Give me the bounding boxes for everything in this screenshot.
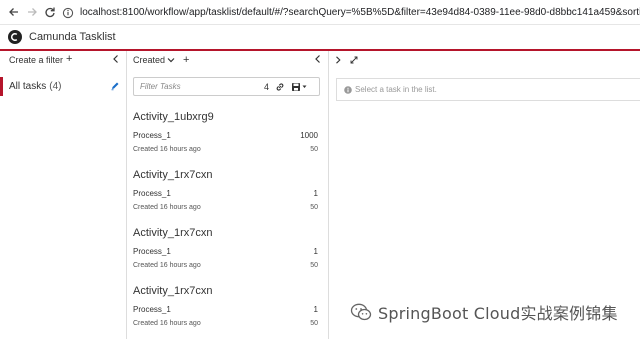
save-icon[interactable] (291, 82, 301, 92)
plus-icon: + (183, 53, 190, 66)
task-process: Process_1 (133, 305, 171, 314)
task-process: Process_1 (133, 189, 171, 198)
task-count: 4 (264, 81, 270, 92)
add-sorting-button[interactable]: + (183, 54, 189, 66)
task-value: 50 (310, 320, 318, 327)
task-search: 4 (133, 77, 320, 96)
create-filter-label: Create a filter (9, 54, 64, 65)
collapse-filters-icon[interactable] (111, 54, 121, 64)
reload-button[interactable] (42, 4, 58, 20)
expand-icon[interactable] (350, 56, 358, 64)
pencil-icon[interactable] (110, 81, 120, 91)
filter-tasks-input[interactable] (134, 78, 254, 95)
filter-item-count: (4) (49, 81, 62, 92)
tasklist-panel: Created + 4 Activity_1ubxrg9 Process_1 1… (127, 51, 329, 339)
task-process: Process_1 (133, 131, 171, 140)
app-header: Camunda Tasklist (0, 25, 640, 51)
task-name[interactable]: Activity_1rx7cxn (133, 169, 212, 181)
task-name[interactable]: Activity_1rx7cxn (133, 227, 212, 239)
filters-panel: Create a filter + All tasks (4) (0, 51, 127, 339)
caret-down-icon[interactable] (302, 84, 307, 89)
arrow-right-icon (28, 8, 37, 16)
task-created: Created 16 hours ago (133, 146, 201, 153)
site-info-icon (62, 7, 74, 18)
task-item[interactable]: Activity_1ubxrg9 Process_1 1000 Created … (127, 111, 328, 169)
task-name[interactable]: Activity_1rx7cxn (133, 285, 212, 297)
link-icon[interactable] (275, 82, 285, 92)
task-priority: 1 (313, 247, 318, 256)
task-name[interactable]: Activity_1ubxrg9 (133, 111, 214, 123)
task-item[interactable]: Activity_1rx7cxn Process_1 1 Created 16 … (127, 169, 328, 227)
task-process: Process_1 (133, 247, 171, 256)
filters-header: Create a filter + (0, 51, 126, 68)
task-value: 50 (310, 146, 318, 153)
info-icon (344, 85, 352, 94)
tasklist-header: Created + (127, 51, 328, 68)
task-priority: 1 (313, 189, 318, 198)
plus-icon: + (66, 53, 73, 65)
app-title: Camunda Tasklist (29, 31, 116, 43)
address-bar[interactable]: localhost:8100/workflow/app/tasklist/def… (62, 3, 640, 22)
wechat-logo-icon (350, 303, 372, 321)
arrow-left-icon (9, 8, 18, 16)
camunda-logo-icon (8, 30, 22, 44)
sort-label: Created (133, 54, 166, 65)
task-value: 50 (310, 204, 318, 211)
detail-header (329, 51, 640, 68)
back-button[interactable] (6, 4, 22, 20)
task-value: 50 (310, 262, 318, 269)
forward-button[interactable] (24, 4, 40, 20)
filter-item-all-tasks[interactable]: All tasks (4) (0, 77, 126, 96)
filter-item-label: All tasks (9, 81, 47, 92)
chevron-down-icon (167, 57, 175, 62)
reload-icon (45, 7, 55, 18)
watermark-text: SpringBoot Cloud实战案例锦集 (378, 304, 618, 323)
watermark: SpringBoot Cloud实战案例锦集 (350, 300, 618, 324)
empty-message: Select a task in the list. (355, 85, 437, 94)
task-created: Created 16 hours ago (133, 320, 201, 327)
url-text: localhost:8100/workflow/app/tasklist/def… (80, 7, 640, 18)
browser-toolbar: localhost:8100/workflow/app/tasklist/def… (0, 0, 640, 25)
no-task-selected-notice: Select a task in the list. (336, 78, 640, 101)
create-filter-button[interactable]: Create a filter + (9, 54, 72, 65)
task-priority: 1 (313, 305, 318, 314)
task-item[interactable]: Activity_1rx7cxn Process_1 1 Created 16 … (127, 285, 328, 339)
task-item[interactable]: Activity_1rx7cxn Process_1 1 Created 16 … (127, 227, 328, 285)
task-detail-panel: Select a task in the list. (329, 51, 640, 339)
task-priority: 1000 (300, 131, 318, 140)
chevron-right-icon[interactable] (334, 55, 342, 64)
task-created: Created 16 hours ago (133, 204, 201, 211)
sort-by-button[interactable]: Created (133, 55, 175, 65)
task-created: Created 16 hours ago (133, 262, 201, 269)
collapse-tasklist-icon[interactable] (313, 54, 323, 64)
